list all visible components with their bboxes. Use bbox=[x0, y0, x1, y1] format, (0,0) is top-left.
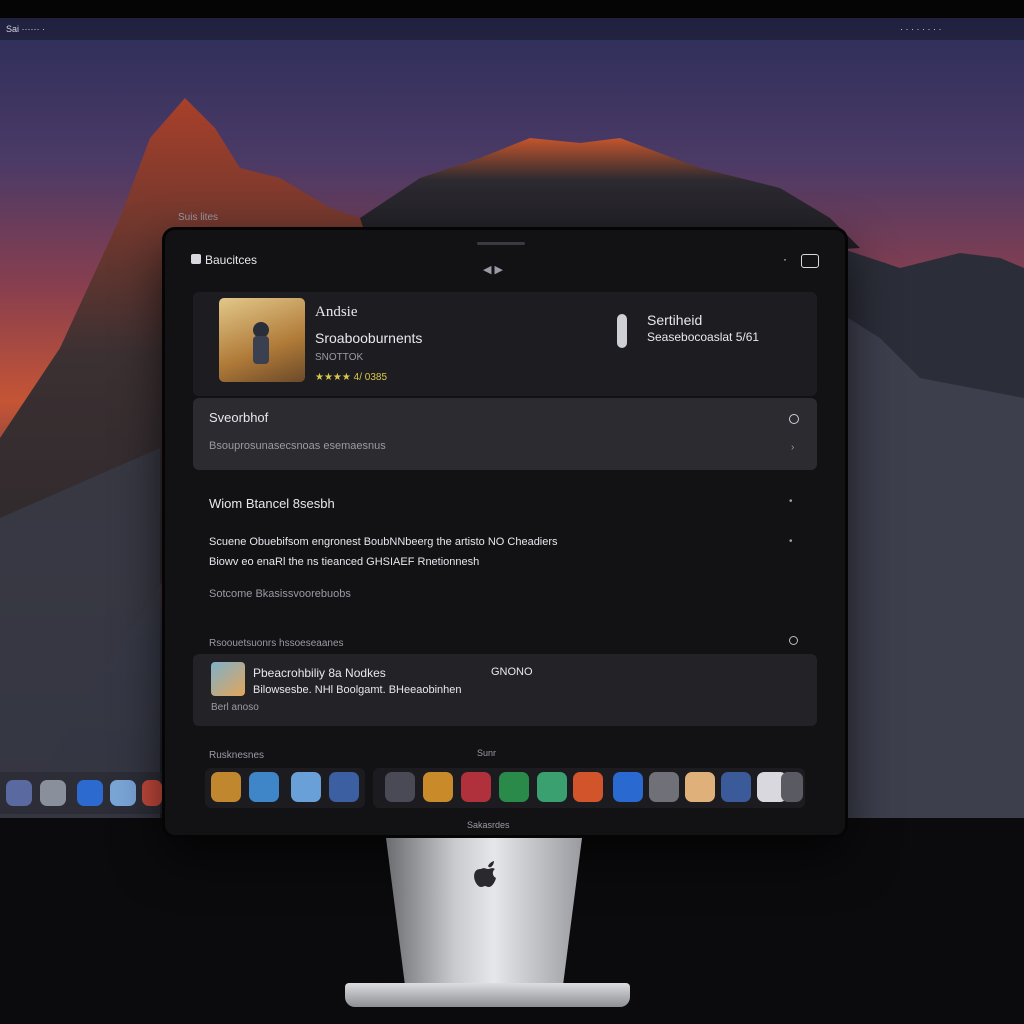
app-icon[interactable] bbox=[291, 772, 321, 802]
album-artwork bbox=[219, 298, 305, 382]
detail-heading: Wiom Btancel 8sesbh bbox=[209, 496, 335, 511]
app-icon[interactable] bbox=[649, 772, 679, 802]
dock-left-fragment bbox=[0, 772, 162, 814]
search-section-title: Sveorbhof bbox=[209, 410, 269, 425]
menu-dot-icon[interactable]: · bbox=[783, 252, 787, 266]
app-icon[interactable] bbox=[461, 772, 491, 802]
item-thumbnail bbox=[211, 662, 245, 696]
side-subtitle: Seasebocoaslat 5/61 bbox=[647, 330, 760, 344]
app-icon[interactable] bbox=[329, 772, 359, 802]
app-icon[interactable] bbox=[781, 772, 803, 802]
app-icon[interactable] bbox=[385, 772, 415, 802]
app-icon[interactable] bbox=[249, 772, 279, 802]
info-icon[interactable]: • bbox=[789, 536, 793, 547]
monitor-base bbox=[345, 983, 630, 1007]
app-icon[interactable] bbox=[110, 780, 136, 806]
app-icon[interactable] bbox=[537, 772, 567, 802]
dock-count-label: Sunr bbox=[477, 748, 497, 758]
detail-line-1: Scuene Obuebifsom engronest BoubNNbeerg … bbox=[209, 536, 558, 548]
more-icon[interactable]: • bbox=[789, 496, 793, 507]
search-section[interactable]: Sveorbhof Bsouprosunasecsnoas esemaesnus… bbox=[193, 398, 817, 470]
app-icon[interactable] bbox=[211, 772, 241, 802]
app-icon[interactable] bbox=[685, 772, 715, 802]
app-icon[interactable] bbox=[423, 772, 453, 802]
monitor-brand-label: Sakasrdes bbox=[467, 820, 510, 830]
app-icon[interactable] bbox=[40, 780, 66, 806]
detail-line-2: Biowv eo enaRl the ns tieanced GHSIAEF R… bbox=[209, 556, 480, 568]
dock-group-right bbox=[373, 768, 805, 808]
item-badge: GNONO bbox=[491, 666, 533, 678]
menu-bar: Sai ······ · · · · · · · · · bbox=[0, 18, 1024, 40]
track-subtitle: Sroabooburnents bbox=[315, 330, 423, 346]
detail-section: Wiom Btancel 8sesbh Scuene Obuebifsom en… bbox=[193, 482, 817, 622]
top-bar bbox=[0, 0, 1024, 18]
menu-bar-status-items[interactable]: · · · · · · · · bbox=[900, 24, 941, 34]
app-icon[interactable] bbox=[573, 772, 603, 802]
navigation-control[interactable]: ◀ ▶ bbox=[483, 263, 503, 276]
recent-list-item[interactable]: Pbeacrohbiliy 8a Nodkes Bilowsesbe. NHl … bbox=[193, 654, 817, 726]
chevron-right-icon[interactable]: › bbox=[791, 442, 794, 453]
apple-logo-icon bbox=[474, 861, 496, 887]
recent-options-icon[interactable] bbox=[789, 636, 798, 645]
track-meta: SNOTTOK bbox=[315, 352, 364, 363]
item-title: Pbeacrohbiliy 8a Nodkes bbox=[253, 666, 386, 680]
dock-label: Rusknesnes bbox=[209, 750, 265, 761]
side-title: Sertiheid bbox=[647, 312, 703, 328]
app-icon[interactable] bbox=[499, 772, 529, 802]
dock-group-left bbox=[205, 768, 365, 808]
app-logo-icon bbox=[191, 254, 201, 264]
item-subtitle: Bilowsesbe. NHl Boolgamt. BHeeaobinhen bbox=[253, 684, 462, 696]
window-title: Baucitces bbox=[205, 253, 258, 267]
desktop-label: Suis lites bbox=[178, 212, 219, 223]
item-meta: Berl anoso bbox=[211, 702, 259, 713]
app-icon[interactable] bbox=[6, 780, 32, 806]
app-icon[interactable] bbox=[613, 772, 643, 802]
track-title: Andsie bbox=[315, 304, 358, 320]
app-icon[interactable] bbox=[77, 780, 103, 806]
detail-footer: Sotcome Bkasissvoorebuobs bbox=[209, 588, 351, 600]
menu-bar-left-text[interactable]: Sai ······ · bbox=[6, 24, 45, 34]
recent-header: Rsoouetsuonrs hssoeseaanes bbox=[209, 638, 344, 649]
track-rating: ★★★★ 4/ 0385 bbox=[315, 372, 388, 383]
app-window: Baucitces ◀ ▶ · Andsie Sroabooburnents S… bbox=[165, 230, 845, 835]
camera-notch bbox=[477, 242, 525, 245]
window-toggle-icon[interactable] bbox=[801, 254, 819, 268]
search-section-description: Bsouprosunasecsnoas esemaesnus bbox=[209, 440, 386, 452]
app-icon[interactable] bbox=[142, 780, 162, 806]
search-icon[interactable] bbox=[789, 414, 799, 424]
now-playing-card[interactable]: Andsie Sroabooburnents SNOTTOK ★★★★ 4/ 0… bbox=[193, 292, 817, 396]
volume-slider[interactable] bbox=[617, 314, 627, 348]
app-icon[interactable] bbox=[721, 772, 751, 802]
